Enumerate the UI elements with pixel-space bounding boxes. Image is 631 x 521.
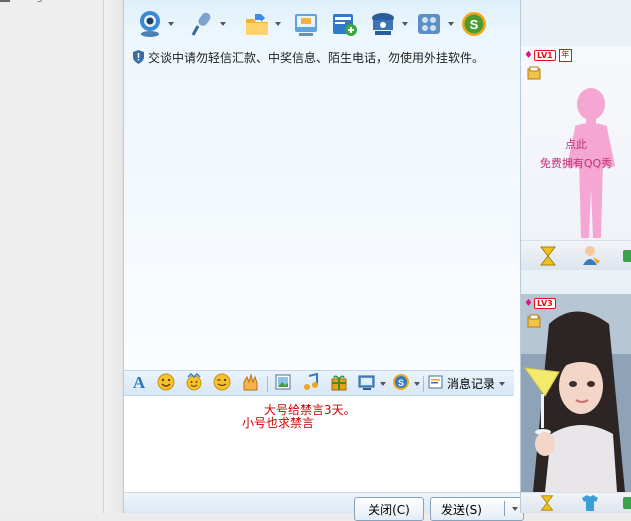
hand-icon	[241, 373, 261, 394]
input-line-2: 小号也求禁言	[242, 416, 315, 430]
diamond-icon: ♦	[524, 298, 533, 309]
qq-show-button[interactable]	[416, 9, 454, 39]
wink-button[interactable]	[213, 373, 231, 394]
remote-assist-icon	[293, 10, 319, 38]
level-text: LV1	[533, 50, 556, 61]
my-qq-show[interactable]: ♦ LV1 年 点此 免费拥有QQ秀	[521, 46, 631, 268]
close-button[interactable]: 关闭(C)	[354, 497, 424, 521]
shirt-icon[interactable]	[581, 495, 599, 514]
smiley-icon	[157, 373, 175, 394]
previous-window-pane	[0, 0, 104, 513]
my-show-toolbar	[521, 240, 631, 270]
webcam-icon	[138, 10, 164, 38]
chevron-down-icon[interactable]	[275, 22, 281, 26]
button-bar: 关闭(C) 发送(S)	[124, 492, 524, 521]
friend-qq-show[interactable]: ♦ LV3	[521, 294, 631, 492]
music-note-icon	[302, 372, 320, 394]
message-history-button[interactable]: 消息记录	[428, 373, 506, 394]
chevron-down-icon[interactable]	[402, 22, 408, 26]
music-button[interactable]	[302, 372, 320, 394]
dress-up-icon[interactable]	[581, 245, 601, 268]
settings-button[interactable]	[370, 9, 408, 39]
send-button-label: 发送(S)	[441, 502, 482, 517]
chevron-down-icon[interactable]	[414, 381, 420, 386]
promo-line-2[interactable]: 免费拥有QQ秀	[521, 155, 631, 171]
soso-button[interactable]: S	[460, 9, 488, 39]
gift-icon	[330, 373, 348, 394]
chevron-down-icon[interactable]	[220, 22, 226, 26]
input-toolbar: A S 消息记录	[124, 370, 514, 396]
video-call-button[interactable]	[138, 9, 174, 39]
emoticon-button[interactable]	[157, 373, 175, 394]
edge-cut-icon[interactable]	[621, 247, 631, 268]
send-file-button[interactable]	[243, 9, 281, 39]
pane-cutoff-text: ng	[30, 0, 43, 3]
app-add-icon	[331, 10, 357, 38]
promo-line-1[interactable]: 点此	[521, 136, 631, 152]
vip-icon	[527, 314, 541, 331]
message-history-label: 消息记录	[447, 377, 496, 391]
gift-button[interactable]	[330, 373, 348, 394]
font-button[interactable]: A	[130, 373, 148, 394]
edge-cut-icon[interactable]	[621, 495, 631, 514]
magic-face-icon	[185, 372, 203, 394]
svg-text:S: S	[470, 17, 479, 32]
security-notice-text: 交谈中请勿轻信汇款、中奖信息、陌生电话，勿使用外挂软件。	[148, 50, 485, 65]
chevron-down-icon[interactable]	[168, 22, 174, 26]
soso-small-icon: S	[392, 373, 410, 394]
screenshot-icon	[358, 373, 376, 394]
chat-toolbar: S	[124, 6, 520, 42]
chevron-down-icon[interactable]	[499, 381, 506, 386]
wink-face-icon	[213, 373, 231, 394]
hourglass-icon[interactable]	[539, 495, 555, 514]
friend-show-toolbar	[521, 492, 631, 513]
remote-assist-button[interactable]	[293, 9, 319, 39]
message-input[interactable]: 大号给禁言3天。 小号也求禁言	[124, 396, 514, 492]
pane-divider[interactable]	[104, 0, 124, 513]
toolbar-separator	[423, 376, 424, 392]
soso-input-button[interactable]: S	[392, 373, 420, 394]
send-button[interactable]: 发送(S)	[430, 497, 524, 521]
chevron-down-icon[interactable]	[380, 381, 386, 386]
image-button[interactable]	[274, 373, 292, 394]
microphone-icon	[190, 10, 216, 38]
svg-text:S: S	[398, 378, 404, 388]
message-history[interactable]	[124, 68, 520, 370]
app-button[interactable]	[331, 9, 357, 39]
svg-text:A: A	[133, 373, 146, 391]
diamond-icon: ♦	[524, 50, 533, 61]
pane-edge-line	[0, 0, 10, 2]
hourglass-icon[interactable]	[539, 246, 557, 269]
shake-window-button[interactable]	[241, 373, 261, 394]
screenshot-button[interactable]	[358, 373, 386, 394]
magic-emoticon-button[interactable]	[185, 372, 203, 394]
voice-call-button[interactable]	[190, 9, 226, 39]
toolbar-separator	[267, 376, 268, 392]
qq-show-icon	[416, 10, 444, 38]
friend-level-text: LV3	[533, 298, 556, 309]
send-split-divider	[504, 501, 505, 516]
shield-icon	[132, 50, 145, 64]
security-notice: 交谈中请勿轻信汇款、中奖信息、陌生电话，勿使用外挂软件。	[132, 47, 522, 67]
chevron-down-icon[interactable]	[448, 22, 454, 26]
year-badge: 年	[558, 49, 572, 62]
history-icon	[428, 374, 444, 393]
font-icon: A	[130, 373, 148, 394]
vip-icon	[527, 66, 541, 83]
friend-level-badge: ♦ LV3	[524, 298, 556, 309]
image-icon	[274, 373, 292, 394]
level-badge: ♦ LV1 年	[524, 49, 572, 62]
send-options-chevron-icon[interactable]	[512, 507, 518, 511]
settings-icon	[370, 10, 398, 38]
soso-icon: S	[460, 10, 488, 38]
send-file-icon	[243, 10, 271, 38]
